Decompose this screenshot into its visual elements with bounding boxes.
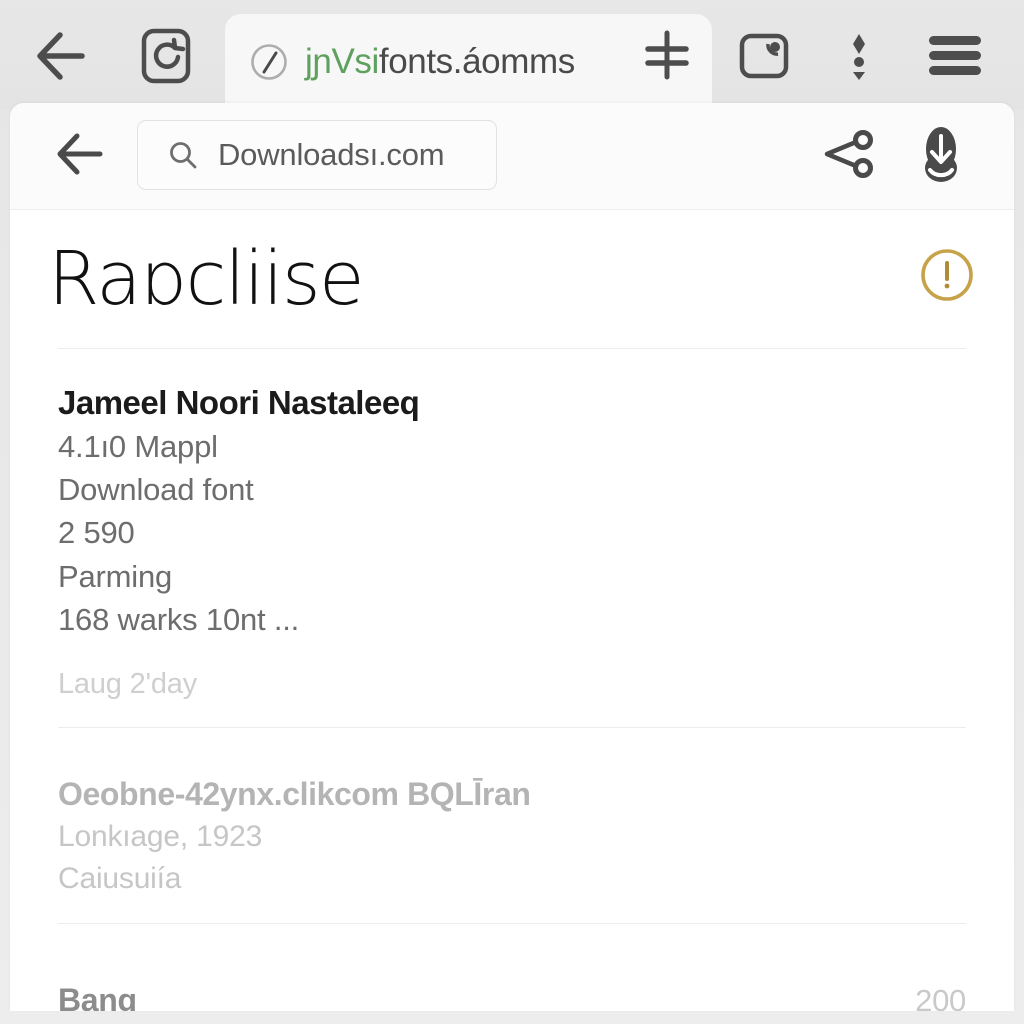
search-input-value: Downloadsı.com: [218, 137, 445, 172]
primary-item-line: 168 warks 10nt ...: [58, 601, 300, 637]
secondary-item-line: Caiusuiía: [58, 861, 182, 895]
browser-menu-button[interactable]: [918, 22, 992, 94]
search-input[interactable]: Downloadsı.com: [137, 120, 497, 190]
share-button[interactable]: [818, 125, 880, 187]
secondary-item[interactable]: Oeobne-42ynx.clikcom ВQLĪran Lonkıage, 1…: [48, 728, 976, 897]
app-back-button[interactable]: [52, 125, 116, 187]
share-icon: [821, 128, 877, 185]
tab-url-rest: fonts.áomms: [378, 42, 575, 81]
primary-item-line: 4.1ı0 Mappl: [58, 428, 218, 464]
alert-circle-icon[interactable]: [918, 246, 976, 304]
back-arrow-icon: [55, 130, 113, 183]
search-icon: [168, 140, 198, 170]
screen: jɲVsifonts.áomms Downloadsı.com Raɒcliis…: [0, 0, 1024, 1024]
tab-switcher-button[interactable]: [728, 22, 800, 94]
tab-switcher-icon: [736, 28, 792, 89]
page-title: Raɒcliise: [48, 236, 365, 322]
split-screen-icon: [639, 27, 695, 90]
secondary-item-line: Lonkıage, 1923: [58, 819, 263, 853]
footer-label: Bang: [58, 981, 137, 1011]
primary-item-line: Parming: [58, 558, 173, 594]
back-arrow-icon: [34, 29, 98, 88]
browser-reload-button[interactable]: [130, 22, 202, 94]
primary-item-line: 2 590: [58, 515, 135, 551]
browser-more-button[interactable]: [824, 22, 894, 94]
secondary-item-title: Oeobne-42ynx.clikcom ВQLĪran: [58, 775, 531, 812]
browser-chrome: jɲVsifonts.áomms: [0, 0, 1024, 110]
browser-back-button[interactable]: [30, 22, 102, 94]
tab-url: jɲVsifonts.áomms: [305, 42, 575, 82]
page-title-row: Raɒcliise: [48, 210, 976, 348]
primary-item-title: Jameel Noori Nastaleeq: [58, 384, 420, 421]
more-vertical-icon: [846, 28, 872, 89]
download-button[interactable]: [910, 123, 972, 189]
footer-row: Bang 200: [48, 924, 976, 1011]
download-icon: [916, 123, 966, 190]
primary-item[interactable]: Jameel Noori Nastaleeq 4.1ı0 Mappl Downl…: [48, 349, 976, 638]
muted-note: Lauɡ 2'day: [58, 667, 197, 700]
footer-value: 200: [915, 982, 966, 1011]
primary-item-line: Download font: [58, 472, 254, 508]
page-card: Downloadsı.com Raɒcliise Jameel Noori Na…: [10, 103, 1014, 1011]
clock-slash-icon: [249, 42, 289, 82]
reload-icon: [138, 26, 194, 91]
tab-url-secure-prefix: jɲVsi: [305, 42, 379, 81]
hamburger-menu-icon: [925, 32, 985, 85]
app-bar: Downloadsı.com: [10, 103, 1014, 210]
split-screen-button[interactable]: [632, 22, 702, 94]
page-content: Raɒcliise Jameel Noori Nastaleeq 4.1ı0 M…: [10, 210, 1014, 1011]
